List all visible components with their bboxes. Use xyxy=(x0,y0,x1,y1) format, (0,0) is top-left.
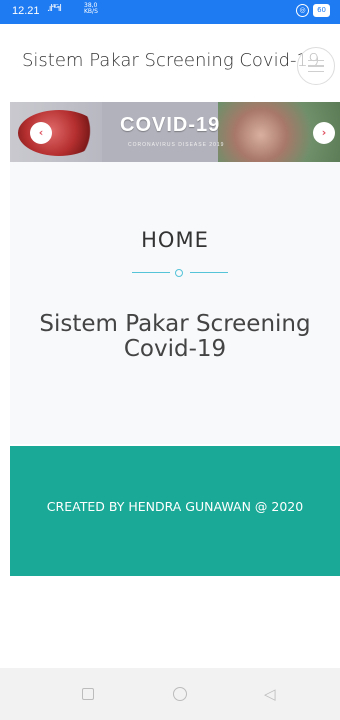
image-carousel[interactable]: COVID-19 CORONAVIRUS DISEASE 2019 ‹ › xyxy=(10,102,340,162)
divider-line-right xyxy=(190,272,228,273)
recent-apps-icon[interactable] xyxy=(80,686,96,702)
signal-icon: .ıl⁴ᴳıl xyxy=(47,4,62,14)
alarm-icon: ◎ xyxy=(296,4,310,17)
hamburger-menu-icon[interactable] xyxy=(297,47,335,85)
system-navigation-bar: ◁ xyxy=(0,668,340,720)
brand-title[interactable]: Sistem Pakar Screening Covid-19 xyxy=(22,50,319,71)
menu-bar xyxy=(308,70,324,73)
home-subtitle: Sistem Pakar Screening Covid-19 xyxy=(39,311,311,362)
status-right: ◎ 60 xyxy=(296,4,330,17)
status-bar: 12.21 .ıl⁴ᴳıl 38,0 KB/S ◎ 60 xyxy=(0,0,340,24)
menu-bar xyxy=(308,65,324,67)
footer: CREATED BY HENDRA GUNAWAN @ 2020 xyxy=(10,446,340,576)
battery-icon: 60 xyxy=(313,4,330,17)
divider-line-left xyxy=(132,272,170,273)
covid-logo-text: COVID-19 xyxy=(120,114,221,136)
chevron-right-icon[interactable]: › xyxy=(313,122,335,144)
chevron-left-icon[interactable]: ‹ xyxy=(30,122,52,144)
menu-bar xyxy=(308,59,324,62)
status-time: 12.21 xyxy=(12,5,40,17)
divider-dot xyxy=(175,269,183,277)
network-speed: 38,0 KB/S xyxy=(84,3,98,15)
footer-credit: CREATED BY HENDRA GUNAWAN @ 2020 xyxy=(46,499,304,514)
back-icon[interactable]: ◁ xyxy=(264,686,280,702)
title-divider xyxy=(132,269,228,277)
network-speed-unit: KB/S xyxy=(84,8,98,15)
page-title: HOME xyxy=(141,228,209,252)
home-icon[interactable] xyxy=(172,686,188,702)
home-section: HOME Sistem Pakar Screening Covid-19 xyxy=(10,162,340,444)
covid-logo-subtext: CORONAVIRUS DISEASE 2019 xyxy=(128,142,225,148)
